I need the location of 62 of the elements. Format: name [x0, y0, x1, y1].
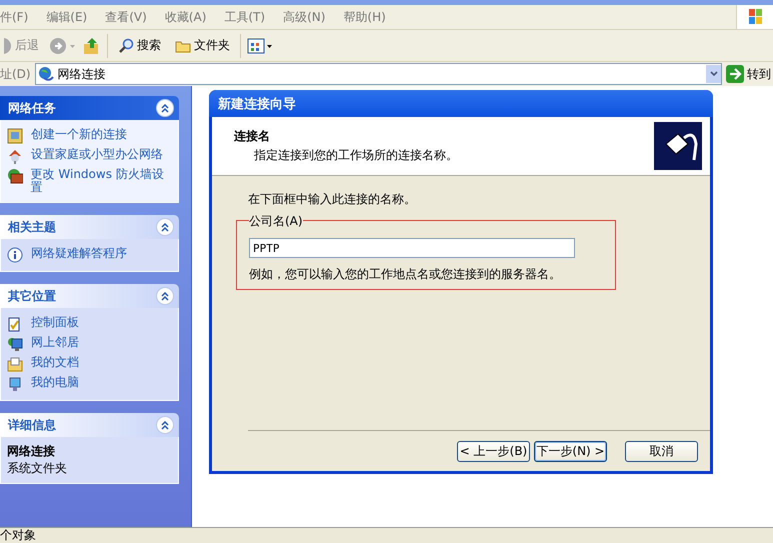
- search-icon: [118, 38, 134, 54]
- collapse-button[interactable]: [156, 287, 174, 305]
- folder-up-icon[interactable]: [83, 36, 101, 54]
- task-link[interactable]: 网上邻居: [7, 336, 172, 352]
- step-subheading: 指定连接到您的工作场所的连接名称。: [253, 147, 458, 164]
- wizard-button[interactable]: < 上一步(B): [457, 440, 530, 462]
- panel-header[interactable]: 其它位置: [0, 284, 179, 308]
- chevron-down-icon: [710, 71, 718, 77]
- status-text: 个对象: [0, 527, 773, 543]
- chevron-up-icon: [161, 420, 169, 430]
- dropdown-button[interactable]: [706, 65, 721, 83]
- menu-item[interactable]: 收藏(A): [164, 8, 206, 26]
- collapse-button[interactable]: [156, 218, 174, 236]
- menu-item[interactable]: 编辑(E): [46, 8, 88, 26]
- info-icon: [7, 247, 23, 263]
- back-button[interactable]: 后退: [0, 36, 43, 54]
- task-link[interactable]: 创建一个新的连接: [7, 128, 172, 144]
- network-computer-icon: [7, 336, 23, 352]
- menu-item[interactable]: 件(F): [0, 8, 28, 26]
- name-input[interactable]: PPTP: [249, 238, 575, 258]
- menu-item[interactable]: 高级(N): [283, 8, 326, 26]
- address-text: 网络连接: [58, 66, 106, 82]
- field-label: 公司名(A): [249, 213, 303, 230]
- task-link[interactable]: 控制面板: [7, 316, 172, 332]
- arrow-right-icon: [726, 65, 744, 83]
- task-link[interactable]: 我的电脑: [7, 376, 172, 392]
- firewall-icon: [7, 168, 23, 184]
- folders-button[interactable]: 文件夹: [171, 37, 234, 54]
- wizard-button[interactable]: 下一步(N) >: [534, 440, 607, 462]
- address-field[interactable]: 网络连接: [34, 63, 722, 85]
- chevron-up-icon: [161, 292, 169, 300]
- menu-item[interactable]: 工具(T): [224, 8, 266, 26]
- folder-icon: [7, 356, 23, 372]
- go-button[interactable]: 转到: [726, 65, 773, 83]
- house-icon: [7, 148, 23, 164]
- details-type: 系统文件夹: [7, 462, 68, 475]
- wizard-button[interactable]: 取消: [625, 440, 698, 462]
- chevron-up-icon: [161, 222, 169, 232]
- task-link[interactable]: 设置家庭或小型办公网络: [7, 148, 172, 164]
- network-plug-icon: [654, 122, 702, 170]
- task-link[interactable]: 我的文档: [7, 356, 172, 372]
- prompt-text: 在下面框中输入此连接的名称。: [248, 191, 417, 208]
- menu-item[interactable]: 查看(V): [105, 8, 147, 26]
- collapse-button[interactable]: [156, 416, 174, 434]
- address-label: 址(D): [0, 66, 31, 82]
- details-name: 网络连接: [7, 445, 56, 458]
- panel-header[interactable]: 详细信息: [0, 413, 179, 437]
- collapse-button[interactable]: [156, 99, 174, 117]
- panel-header[interactable]: 网络任务: [0, 96, 179, 120]
- menu-item[interactable]: 帮助(H): [343, 8, 386, 26]
- step-heading: 连接名: [234, 128, 271, 145]
- computer-icon: [7, 376, 23, 392]
- search-button[interactable]: 搜索: [114, 37, 165, 54]
- connection-icon: [7, 128, 23, 144]
- folder-icon: [175, 38, 191, 52]
- chevron-up-icon: [161, 104, 169, 112]
- views-icon[interactable]: [247, 38, 273, 54]
- hint-text: 例如，您可以输入您的工作地点名或您连接到的服务器名。: [249, 266, 562, 283]
- dialog-title: 新建连接向导: [209, 90, 713, 117]
- task-link[interactable]: 更改 Windows 防火墙设置: [7, 168, 172, 194]
- task-link[interactable]: 网络疑难解答程序: [7, 247, 172, 263]
- panel-header[interactable]: 相关主题: [0, 215, 179, 239]
